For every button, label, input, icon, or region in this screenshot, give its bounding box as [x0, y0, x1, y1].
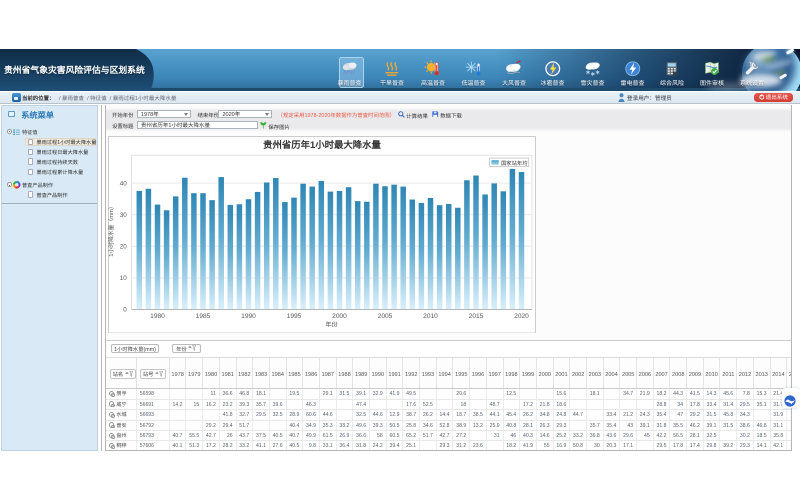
- svg-text:2015: 2015: [469, 310, 484, 320]
- svg-text:0: 0: [124, 304, 128, 313]
- svg-text:2010: 2010: [424, 310, 439, 320]
- svg-text:40: 40: [120, 178, 128, 187]
- svg-text:1990: 1990: [242, 310, 257, 320]
- svg-text:1985: 1985: [196, 310, 211, 320]
- svg-text:2005: 2005: [378, 310, 393, 320]
- svg-text:年份: 年份: [326, 319, 339, 328]
- svg-text:1995: 1995: [287, 310, 302, 320]
- svg-text:20: 20: [120, 241, 128, 250]
- svg-text:国家站年均: 国家站年均: [501, 158, 528, 166]
- svg-text:1小时降水量（mm）: 1小时降水量（mm）: [108, 203, 115, 256]
- svg-text:30: 30: [120, 209, 128, 218]
- svg-text:2020: 2020: [515, 310, 530, 320]
- svg-text:贵州省历年1小时最大降水量: 贵州省历年1小时最大降水量: [264, 137, 382, 151]
- svg-text:1980: 1980: [151, 310, 166, 320]
- svg-text:10: 10: [120, 273, 128, 282]
